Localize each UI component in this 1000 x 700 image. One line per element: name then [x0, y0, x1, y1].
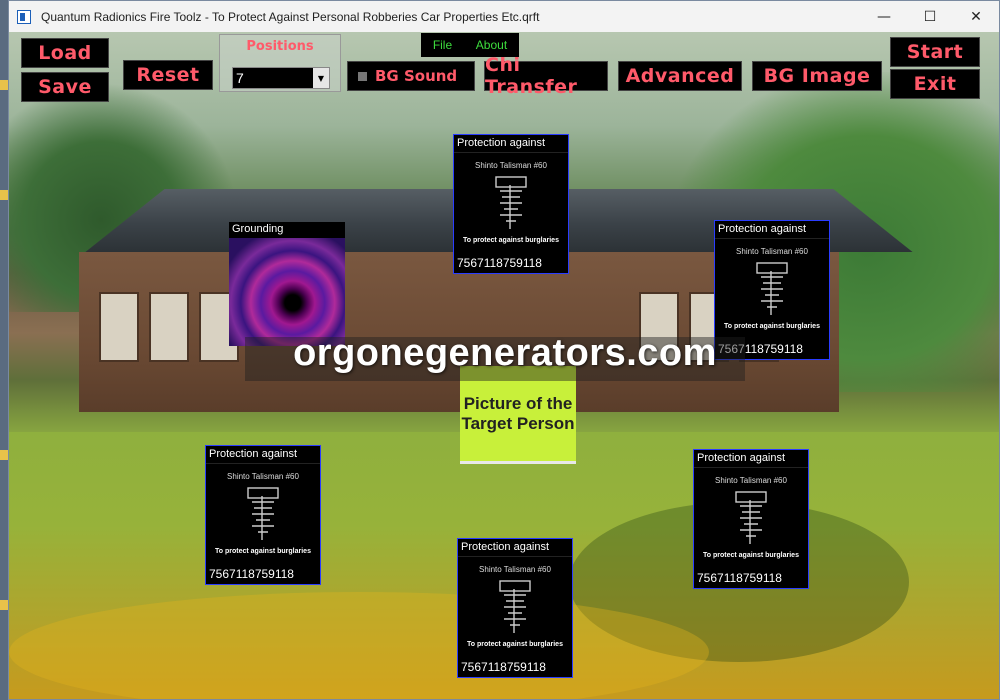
- positions-value: 7: [236, 70, 244, 86]
- app-window: Quantum Radionics Fire Toolz - To Protec…: [8, 0, 1000, 700]
- save-button[interactable]: Save: [21, 72, 109, 102]
- talisman-caption: To protect against burglaries: [724, 323, 820, 330]
- talisman-glyph-icon: [499, 580, 531, 633]
- desktop-icon: [0, 190, 8, 200]
- chi-transfer-button[interactable]: Chi Transfer: [484, 54, 608, 98]
- talisman-caption: To protect against burglaries: [467, 641, 563, 648]
- card-number: 7567118759118: [697, 571, 782, 585]
- close-button[interactable]: ✕: [953, 1, 999, 32]
- bg-image-button[interactable]: BG Image: [752, 61, 882, 91]
- talisman-caption: To protect against burglaries: [215, 548, 311, 555]
- background-glow: [9, 592, 709, 699]
- talisman-name: Shinto Talisman #60: [479, 565, 551, 574]
- grounding-label: Grounding: [232, 223, 284, 235]
- checkbox-icon[interactable]: [358, 71, 367, 81]
- menu-file[interactable]: File: [433, 38, 452, 52]
- chevron-down-icon[interactable]: ▼: [313, 68, 329, 88]
- protection-card[interactable]: Protection against Shinto Talisman #60 T…: [205, 445, 321, 585]
- card-number: 7567118759118: [209, 567, 294, 581]
- talisman-glyph-icon: [756, 262, 788, 315]
- protection-card[interactable]: Protection against Shinto Talisman #60 T…: [457, 538, 573, 678]
- talisman-name: Shinto Talisman #60: [736, 247, 808, 256]
- talisman-name: Shinto Talisman #60: [475, 161, 547, 170]
- protection-card[interactable]: Protection against Shinto Talisman #60 T…: [693, 449, 809, 589]
- grounding-spiral-image: [229, 238, 345, 346]
- card-title: Protection against: [206, 446, 320, 464]
- talisman-image: Shinto Talisman #60 To protect against b…: [458, 557, 572, 657]
- talisman-image: Shinto Talisman #60 To protect against b…: [694, 468, 808, 568]
- talisman-name: Shinto Talisman #60: [715, 476, 787, 485]
- positions-label: Positions: [246, 39, 314, 54]
- desktop-edge: [0, 0, 8, 700]
- talisman-caption: To protect against burglaries: [703, 552, 799, 559]
- card-title: Protection against: [454, 135, 568, 153]
- exit-button[interactable]: Exit: [890, 69, 980, 99]
- reset-button[interactable]: Reset: [123, 60, 213, 90]
- talisman-image: Shinto Talisman #60 To protect against b…: [206, 464, 320, 564]
- card-number: 7567118759118: [457, 256, 542, 270]
- load-button[interactable]: Load: [21, 38, 109, 68]
- desktop-icon: [0, 600, 8, 610]
- title-bar[interactable]: Quantum Radionics Fire Toolz - To Protec…: [9, 1, 999, 32]
- card-title: Protection against: [715, 221, 829, 239]
- talisman-glyph-icon: [735, 491, 767, 544]
- window-controls: — ☐ ✕: [861, 1, 999, 32]
- talisman-glyph-icon: [247, 487, 279, 540]
- client-area: Load Save Reset Positions 7 ▼ File About…: [9, 32, 999, 699]
- target-label: Picture of the Target Person: [461, 393, 575, 433]
- positions-select[interactable]: 7 ▼: [232, 67, 330, 89]
- menu-about[interactable]: About: [476, 38, 507, 52]
- talisman-name: Shinto Talisman #60: [227, 472, 299, 481]
- maximize-button[interactable]: ☐: [907, 1, 953, 32]
- desktop-icon: [0, 450, 8, 460]
- desktop-icon: [0, 80, 8, 90]
- window-title: Quantum Radionics Fire Toolz - To Protec…: [41, 9, 540, 24]
- app-icon: [17, 9, 31, 24]
- talisman-image: Shinto Talisman #60 To protect against b…: [715, 239, 829, 339]
- positions-group: Positions 7 ▼: [219, 34, 341, 92]
- grounding-card[interactable]: Grounding: [229, 222, 345, 346]
- card-title: Protection against: [458, 539, 572, 557]
- protection-card[interactable]: Protection against Shinto Talisman #60 T…: [453, 134, 569, 274]
- card-number: 7567118759118: [461, 660, 546, 674]
- minimize-button[interactable]: —: [861, 1, 907, 32]
- card-title: Protection against: [694, 450, 808, 468]
- talisman-caption: To protect against burglaries: [463, 237, 559, 244]
- talisman-image: Shinto Talisman #60 To protect against b…: [454, 153, 568, 253]
- start-button[interactable]: Start: [890, 37, 980, 67]
- watermark-text: orgonegenerators.com: [293, 332, 717, 374]
- bg-sound-checkbox[interactable]: BG Sound: [347, 61, 475, 91]
- talisman-glyph-icon: [495, 176, 527, 229]
- advanced-button[interactable]: Advanced: [618, 61, 742, 91]
- bg-sound-label: BG Sound: [375, 67, 458, 85]
